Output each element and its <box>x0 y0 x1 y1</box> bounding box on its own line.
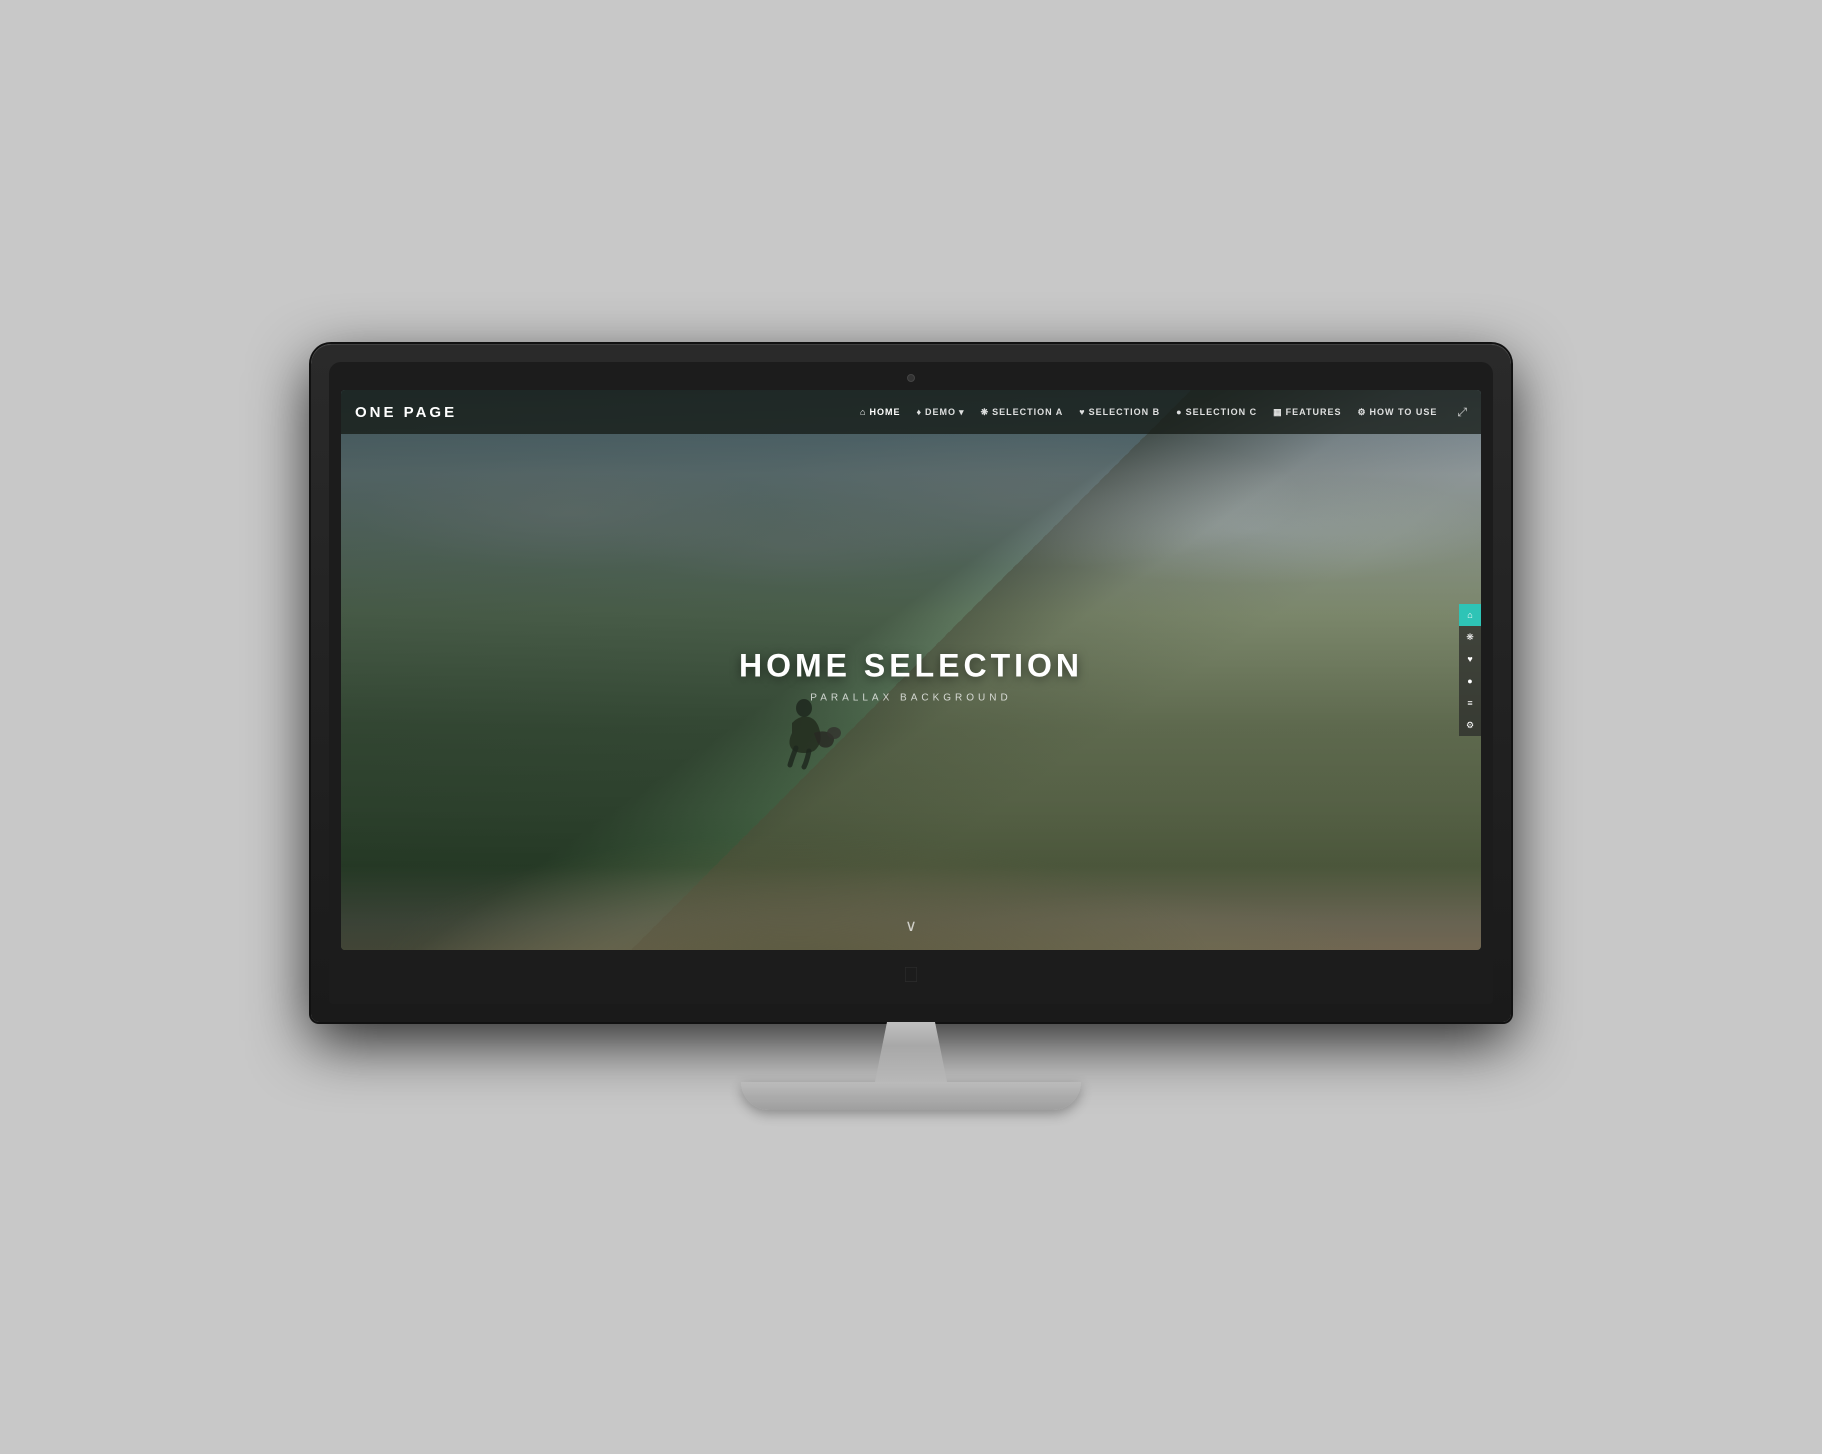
nav-features-label: FEATURES <box>1286 407 1342 417</box>
side-nav-selection-a[interactable]: ❋ <box>1459 626 1481 648</box>
side-nav: ⌂ ❋ ♥ ● ≡ ⚙ <box>1459 604 1481 736</box>
selection-c-icon: ● <box>1176 407 1182 417</box>
screen: ONE PAGE ⌂ HOME ♦ DEMO ▾ ❋ <box>341 390 1481 950</box>
side-home-icon: ⌂ <box>1467 610 1472 620</box>
nav-selection-c-label: SELECTION C <box>1186 407 1258 417</box>
side-how-to-use-icon: ⚙ <box>1466 720 1474 731</box>
side-nav-selection-b[interactable]: ♥ <box>1459 648 1481 670</box>
side-nav-features[interactable]: ≡ <box>1459 692 1481 714</box>
nav-item-features[interactable]: ▦ FEATURES <box>1273 407 1341 418</box>
nav-selection-a-label: SELECTION A <box>992 407 1063 417</box>
nav-demo-label: DEMO <box>925 407 956 417</box>
nav-item-selection-c[interactable]: ● SELECTION C <box>1176 407 1257 417</box>
stand-neck <box>871 1022 951 1082</box>
camera-dot <box>907 374 915 382</box>
hero-content: HOME SELECTION PARALLAX BACKGROUND <box>739 648 1083 704</box>
hero-title: HOME SELECTION <box>739 648 1083 685</box>
demo-icon: ♦ <box>916 407 922 417</box>
monitor-stand <box>741 1022 1081 1110</box>
figure-silhouette <box>774 693 844 793</box>
home-icon: ⌂ <box>860 407 866 417</box>
selection-b-icon: ♥ <box>1079 407 1085 417</box>
side-nav-how-to-use[interactable]: ⚙ <box>1459 714 1481 736</box>
nav-how-to-use-label: HOW TO USE <box>1370 407 1438 417</box>
features-icon: ▦ <box>1273 407 1283 418</box>
nav-selection-b-label: SELECTION B <box>1089 407 1161 417</box>
nav-item-selection-b[interactable]: ♥ SELECTION B <box>1079 407 1160 417</box>
demo-dropdown-arrow: ▾ <box>959 407 965 418</box>
expand-icon[interactable]: ⤢ <box>1457 405 1467 420</box>
nav-links: ⌂ HOME ♦ DEMO ▾ ❋ SELECTION A <box>860 405 1467 420</box>
nav-item-demo[interactable]: ♦ DEMO ▾ <box>916 407 964 418</box>
monitor-bezel: ONE PAGE ⌂ HOME ♦ DEMO ▾ ❋ <box>329 362 1493 1004</box>
stand-base <box>741 1082 1081 1110</box>
nav-home-label: HOME <box>869 407 900 417</box>
side-nav-home[interactable]: ⌂ <box>1459 604 1481 626</box>
nav-brand: ONE PAGE <box>355 404 457 421</box>
selection-a-icon: ❋ <box>981 407 990 418</box>
navbar: ONE PAGE ⌂ HOME ♦ DEMO ▾ ❋ <box>341 390 1481 434</box>
scroll-chevron[interactable]: ∨ <box>905 916 917 936</box>
monitor-body: ONE PAGE ⌂ HOME ♦ DEMO ▾ ❋ <box>311 344 1511 1022</box>
side-selection-a-icon: ❋ <box>1466 632 1474 643</box>
monitor-wrapper: ONE PAGE ⌂ HOME ♦ DEMO ▾ ❋ <box>261 344 1561 1110</box>
nav-item-selection-a[interactable]: ❋ SELECTION A <box>981 407 1064 418</box>
side-selection-b-icon: ♥ <box>1467 654 1472 664</box>
hero-subtitle: PARALLAX BACKGROUND <box>739 693 1083 704</box>
nav-item-how-to-use[interactable]: ⚙ HOW TO USE <box>1357 407 1437 418</box>
side-selection-c-icon: ● <box>1467 676 1472 686</box>
how-to-use-icon: ⚙ <box>1357 407 1366 418</box>
nav-item-home[interactable]: ⌂ HOME <box>860 407 900 417</box>
apple-logo:  <box>341 950 1481 996</box>
rocks-foreground <box>341 715 1481 950</box>
side-features-icon: ≡ <box>1467 698 1472 708</box>
side-nav-selection-c[interactable]: ● <box>1459 670 1481 692</box>
